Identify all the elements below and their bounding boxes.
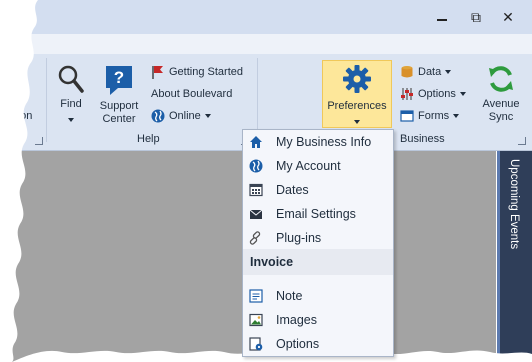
menu-item-label: My Business Info	[276, 135, 372, 149]
menu-item-label: My Account	[276, 159, 341, 173]
calendar-icon	[249, 183, 263, 197]
globe-icon	[249, 159, 263, 173]
options-icon	[249, 337, 263, 351]
menu-item-images[interactable]: Images	[243, 308, 393, 332]
invoice-section-header: Invoice	[243, 249, 393, 275]
menu-item-dates[interactable]: Dates	[243, 178, 393, 202]
note-icon	[249, 289, 263, 303]
menu-item-label: Images	[276, 313, 317, 327]
menu-item-label: Plug-ins	[276, 231, 322, 245]
menu-item-my-business-info[interactable]: My Business Info	[243, 130, 393, 154]
menu-item-label: Note	[276, 289, 303, 303]
invoice-header-label: Invoice	[250, 255, 294, 269]
envelope-icon	[249, 209, 263, 219]
link-icon	[249, 231, 261, 245]
menu-item-plug-ins[interactable]: Plug-ins	[243, 226, 393, 250]
menu-item-note[interactable]: Note	[243, 284, 393, 308]
menu-item-email-settings[interactable]: Email Settings	[243, 202, 393, 226]
menu-item-label: Options	[276, 337, 320, 351]
preferences-dropdown-menu: My Business Info My Account Dates Email …	[242, 129, 394, 357]
menu-item-options[interactable]: Options	[243, 332, 393, 356]
menu-item-my-account[interactable]: My Account	[243, 154, 393, 178]
menu-item-label: Email Settings	[276, 207, 356, 221]
image-icon	[249, 313, 263, 327]
home-icon	[250, 136, 262, 148]
menu-item-label: Dates	[276, 183, 309, 197]
